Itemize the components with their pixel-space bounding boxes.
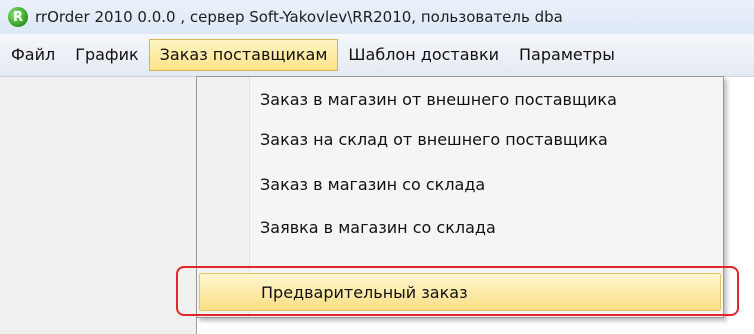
menu-delivery-template[interactable]: Шаблон доставки (338, 39, 509, 71)
menu-file[interactable]: Файл (1, 39, 65, 71)
menu-item-store-order-external[interactable]: Заказ в магазин от внешнего поставщика (199, 79, 719, 119)
menu-item-label: Заказ на склад от внешнего поставщика (260, 129, 608, 149)
menu-schedule[interactable]: График (65, 39, 148, 71)
left-panel (0, 77, 197, 334)
menu-item-store-order-warehouse[interactable]: Заказ в магазин со склада (199, 164, 719, 204)
app-logo-icon[interactable]: R (8, 7, 28, 27)
title-bar: R rrOrder 2010 0.0.0 , сервер Soft-Yakov… (0, 0, 754, 34)
window-title: rrOrder 2010 0.0.0 , сервер Soft-Yakovle… (35, 8, 563, 26)
menu-item-warehouse-order-external[interactable]: Заказ на склад от внешнего поставщика (199, 119, 719, 159)
menu-parameters[interactable]: Параметры (509, 39, 625, 71)
highlight-callout (176, 266, 739, 316)
menu-supplier-orders[interactable]: Заказ поставщикам (148, 39, 339, 71)
menu-item-label: Заказ в магазин от внешнего поставщика (260, 89, 617, 109)
menu-item-label: Заказ в магазин со склада (260, 174, 486, 194)
menu-item-label: Заявка в магазин со склада (260, 217, 496, 237)
menu-item-store-request-warehouse[interactable]: Заявка в магазин со склада (199, 207, 719, 247)
menu-bar: Файл График Заказ поставщикам Шаблон дос… (0, 34, 754, 77)
